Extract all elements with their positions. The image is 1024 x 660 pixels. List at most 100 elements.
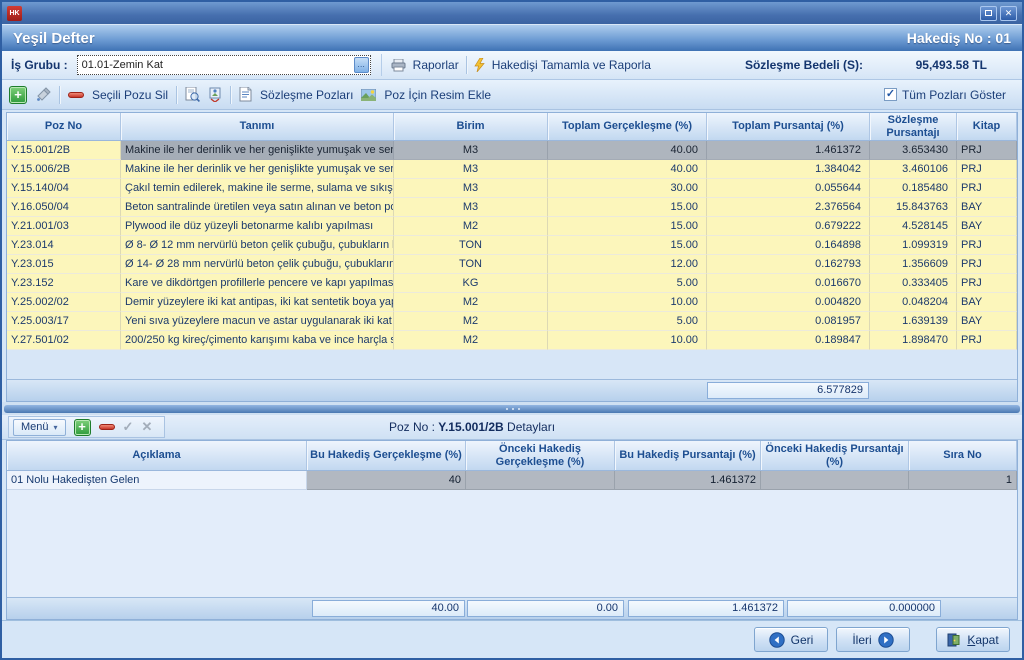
table-cell[interactable]: PRJ: [957, 331, 1017, 350]
table-cell[interactable]: 3.653430: [870, 141, 957, 160]
is-grubu-combo[interactable]: 01.01-Zemin Kat …: [77, 55, 371, 75]
column-header[interactable]: Toplam Gerçekleşme (%): [548, 113, 707, 140]
close-button[interactable]: ✕: [1000, 6, 1017, 21]
table-cell[interactable]: PRJ: [957, 179, 1017, 198]
table-cell[interactable]: BAY: [957, 293, 1017, 312]
table-cell[interactable]: TON: [394, 255, 548, 274]
table-cell[interactable]: 5.00: [548, 312, 707, 331]
table-cell[interactable]: 2.376564: [707, 198, 870, 217]
table-cell[interactable]: 15.00: [548, 198, 707, 217]
table-cell[interactable]: Beton santralinde üretilen veya satın al…: [121, 198, 394, 217]
table-cell[interactable]: Çakıl temin edilerek, makine ile serme, …: [121, 179, 394, 198]
table-cell[interactable]: Y.15.140/04: [7, 179, 121, 198]
table-cell[interactable]: 1: [909, 471, 1017, 490]
table-row[interactable]: Y.21.001/03Plywood ile düz yüzeyli beton…: [7, 217, 1017, 236]
table-cell[interactable]: 1.639139: [870, 312, 957, 331]
table-cell[interactable]: 1.461372: [615, 471, 761, 490]
table-row[interactable]: Y.23.014Ø 8- Ø 12 mm nervürlü beton çeli…: [7, 236, 1017, 255]
maximize-button[interactable]: [980, 6, 997, 21]
table-cell[interactable]: [466, 471, 615, 490]
table-cell[interactable]: 0.055644: [707, 179, 870, 198]
table-cell[interactable]: PRJ: [957, 160, 1017, 179]
column-header[interactable]: Açıklama: [7, 441, 307, 470]
table-row[interactable]: Y.23.152Kare ve dikdörtgen profillerle p…: [7, 274, 1017, 293]
table-cell[interactable]: TON: [394, 236, 548, 255]
secili-pozu-sil-button[interactable]: Seçili Pozu Sil: [92, 88, 168, 102]
table-cell[interactable]: Ø 14- Ø 28 mm nervürlü beton çelik çubuğ…: [121, 255, 394, 274]
table-cell[interactable]: 0.185480: [870, 179, 957, 198]
table-cell[interactable]: 1.356609: [870, 255, 957, 274]
table-cell[interactable]: M2: [394, 331, 548, 350]
table-cell[interactable]: Y.21.001/03: [7, 217, 121, 236]
add-poz-button[interactable]: +: [9, 86, 27, 104]
table-cell[interactable]: 0.004820: [707, 293, 870, 312]
column-header[interactable]: Toplam Pursantaj (%): [707, 113, 870, 140]
table-cell[interactable]: M2: [394, 312, 548, 331]
table-cell[interactable]: PRJ: [957, 255, 1017, 274]
table-cell[interactable]: 40: [307, 471, 466, 490]
sozlesme-pozlari-button[interactable]: Sözleşme Pozları: [260, 88, 353, 102]
table-cell[interactable]: 0.164898: [707, 236, 870, 255]
table-cell[interactable]: Y.15.006/2B: [7, 160, 121, 179]
table-row[interactable]: 01 Nolu Hakedişten Gelen40 1.461372 1: [7, 471, 1017, 490]
checkbox-checked-icon[interactable]: ✓: [884, 88, 897, 101]
table-cell[interactable]: 15.843763: [870, 198, 957, 217]
table-cell[interactable]: Makine ile her derinlik ve her genişlikt…: [121, 141, 394, 160]
table-cell[interactable]: Ø 8- Ø 12 mm nervürlü beton çelik çubuğu…: [121, 236, 394, 255]
table-cell[interactable]: PRJ: [957, 141, 1017, 160]
table-cell[interactable]: PRJ: [957, 274, 1017, 293]
table-cell[interactable]: 0.333405: [870, 274, 957, 293]
table-cell[interactable]: 15.00: [548, 217, 707, 236]
table-cell[interactable]: 0.189847: [707, 331, 870, 350]
table-cell[interactable]: Y.27.501/02: [7, 331, 121, 350]
table-cell[interactable]: Y.15.001/2B: [7, 141, 121, 160]
table-cell[interactable]: 1.461372: [707, 141, 870, 160]
column-header[interactable]: Bu Hakediş Gerçekleşme (%): [307, 441, 466, 470]
table-row[interactable]: Y.15.006/2BMakine ile her derinlik ve he…: [7, 160, 1017, 179]
poz-resim-ekle-button[interactable]: Poz İçin Resim Ekle: [384, 88, 491, 102]
table-row[interactable]: Y.25.002/02Demir yüzeylere iki kat antip…: [7, 293, 1017, 312]
table-cell[interactable]: M2: [394, 217, 548, 236]
geri-button[interactable]: Geri: [754, 627, 828, 652]
column-header[interactable]: Bu Hakediş Pursantajı (%): [615, 441, 761, 470]
detail-add-button[interactable]: +: [74, 419, 91, 436]
table-cell[interactable]: 4.528145: [870, 217, 957, 236]
table-cell[interactable]: 0.162793: [707, 255, 870, 274]
table-cell[interactable]: 30.00: [548, 179, 707, 198]
table-cell[interactable]: 0.016670: [707, 274, 870, 293]
table-cell[interactable]: 1.384042: [707, 160, 870, 179]
table-row[interactable]: Y.15.001/2BMakine ile her derinlik ve he…: [7, 141, 1017, 160]
table-cell[interactable]: Y.16.050/04: [7, 198, 121, 217]
table-cell[interactable]: M3: [394, 141, 548, 160]
table-cell[interactable]: 5.00: [548, 274, 707, 293]
table-cell[interactable]: 10.00: [548, 331, 707, 350]
table-cell[interactable]: 40.00: [548, 160, 707, 179]
splitter-bar[interactable]: [4, 405, 1020, 413]
table-cell[interactable]: Makine ile her derinlik ve her genişlikt…: [121, 160, 394, 179]
table-cell[interactable]: M2: [394, 293, 548, 312]
column-header[interactable]: Kitap: [957, 113, 1017, 140]
table-cell[interactable]: KG: [394, 274, 548, 293]
table-cell[interactable]: 0.048204: [870, 293, 957, 312]
table-cell[interactable]: BAY: [957, 217, 1017, 236]
table-cell[interactable]: Y.25.002/02: [7, 293, 121, 312]
preview-icon[interactable]: [185, 87, 200, 102]
table-cell[interactable]: 01 Nolu Hakedişten Gelen: [7, 471, 307, 490]
table-cell[interactable]: PRJ: [957, 236, 1017, 255]
table-cell[interactable]: 40.00: [548, 141, 707, 160]
table-cell[interactable]: M3: [394, 179, 548, 198]
table-row[interactable]: Y.15.140/04Çakıl temin edilerek, makine …: [7, 179, 1017, 198]
table-cell[interactable]: M3: [394, 160, 548, 179]
raporlar-button[interactable]: Raporlar: [413, 58, 459, 72]
ileri-button[interactable]: İleri: [836, 627, 910, 652]
kapat-button[interactable]: Kapat: [936, 627, 1010, 652]
show-all-poz[interactable]: ✓ Tüm Pozları Göster: [884, 88, 1015, 102]
table-cell[interactable]: Kare ve dikdörtgen profillerle pencere v…: [121, 274, 394, 293]
table-cell[interactable]: 200/250 kg kireç/çimento karışımı kaba v…: [121, 331, 394, 350]
clear-icon[interactable]: [35, 87, 51, 102]
column-header[interactable]: Sözleşme Pursantajı: [870, 113, 957, 140]
table-cell[interactable]: Y.23.152: [7, 274, 121, 293]
table-row[interactable]: Y.27.501/02200/250 kg kireç/çimento karı…: [7, 331, 1017, 350]
table-cell[interactable]: 0.679222: [707, 217, 870, 236]
table-cell[interactable]: Yeni sıva yüzeylere macun ve astar uygul…: [121, 312, 394, 331]
